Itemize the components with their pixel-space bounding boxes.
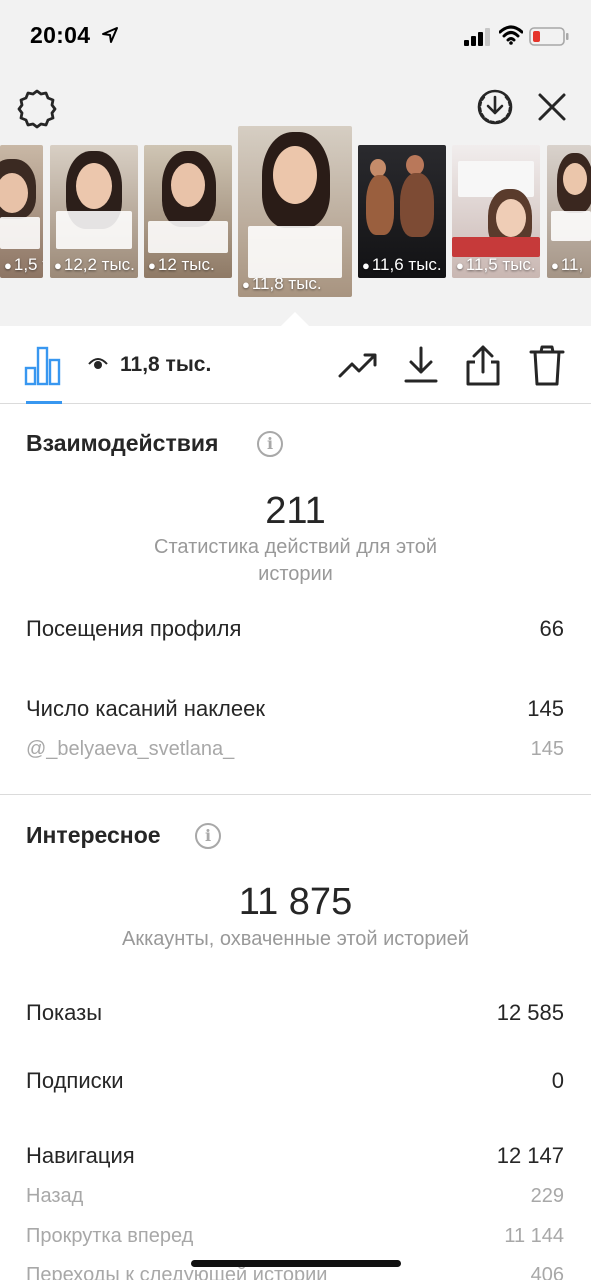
- home-indicator[interactable]: [191, 1260, 401, 1267]
- status-bar: 20:04: [0, 0, 591, 72]
- story-thumbnail[interactable]: ● 11,5 тыс.: [452, 145, 540, 278]
- discovery-title: Интересное: [26, 822, 161, 848]
- story-thumbnail[interactable]: ●1,5 тыс.: [0, 145, 43, 278]
- settings-icon[interactable]: [17, 89, 57, 129]
- accounts-reached-caption: Аккаунты, охваченные этой историей: [122, 928, 469, 950]
- profile-visits-label: Посещения профиля: [26, 616, 242, 641]
- delete-icon[interactable]: [529, 344, 565, 386]
- sticker-mention-value: 145: [530, 738, 564, 760]
- story-thumbnail[interactable]: ● 12,2 тыс.: [50, 145, 138, 278]
- insights-icon[interactable]: [24, 346, 62, 386]
- selected-story-pointer: [281, 312, 309, 326]
- story-view-count: ● 11,8 тыс.: [242, 274, 322, 293]
- next-story-value: 406: [530, 1264, 564, 1280]
- impressions-label: Показы: [26, 1000, 103, 1025]
- eye-icon: [88, 358, 108, 369]
- story-view-count: ● 12 тыс.: [148, 255, 215, 274]
- story-thumbnail[interactable]: ● 12 тыс.: [144, 145, 232, 278]
- sticker-taps-value: 145: [527, 696, 564, 721]
- info-icon[interactable]: i: [195, 823, 221, 849]
- story-thumbnail-active[interactable]: ● 11,8 тыс.: [238, 126, 352, 297]
- battery-low-icon: [529, 27, 569, 46]
- back-label: Назад: [26, 1185, 84, 1207]
- cellular-signal-icon: [464, 28, 490, 46]
- save-icon[interactable]: [403, 346, 439, 384]
- story-view-count: ● 11,5 тыс.: [456, 255, 536, 274]
- sticker-taps-label: Число касаний наклеек: [26, 696, 265, 721]
- info-icon[interactable]: i: [257, 431, 283, 457]
- navigation-value: 12 147: [496, 1143, 564, 1168]
- interactions-title: Взаимодействия: [26, 430, 219, 456]
- forward-label: Прокрутка вперед: [26, 1225, 194, 1247]
- sticker-mention-label[interactable]: @_belyaeva_svetlana_: [26, 738, 234, 761]
- views-count: 11,8 тыс.: [120, 353, 212, 376]
- story-view-count: ● 11,: [551, 255, 584, 274]
- story-view-count: ●1,5 тыс.: [4, 255, 43, 274]
- story-strip-area: ●1,5 тыс. ●12,2 тыс. ●12 тыс. ●11,8 тыс.…: [0, 72, 591, 326]
- back-value: 229: [530, 1185, 564, 1207]
- story-thumbnail[interactable]: ● 11,6 тыс.: [358, 145, 446, 278]
- close-icon[interactable]: [537, 92, 567, 122]
- accounts-reached-total: 11 875: [238, 881, 353, 923]
- section-divider: [0, 794, 591, 795]
- follows-value: 0: [551, 1068, 564, 1093]
- trending-icon[interactable]: [338, 350, 378, 380]
- status-time: 20:04: [30, 22, 91, 48]
- download-circle-icon[interactable]: [476, 88, 514, 126]
- story-toolbar: 11,8 тыс.: [0, 326, 591, 404]
- share-icon[interactable]: [465, 344, 501, 386]
- impressions-value: 12 585: [496, 1000, 564, 1025]
- story-view-count: ● 12,2 тыс.: [54, 255, 135, 274]
- location-arrow-icon: [102, 27, 118, 43]
- follows-label: Подписки: [26, 1068, 124, 1093]
- interactions-total: 211: [265, 490, 326, 532]
- navigation-label: Навигация: [26, 1143, 135, 1168]
- interactions-caption: Статистика действий для этой истории: [154, 536, 437, 585]
- profile-visits-value: 66: [539, 616, 564, 641]
- story-thumbnail[interactable]: ● 11,: [547, 145, 591, 278]
- wifi-icon: [499, 25, 523, 45]
- forward-value: 11 144: [504, 1225, 564, 1247]
- story-view-count: ● 11,6 тыс.: [362, 255, 442, 274]
- insights-tab-indicator: [26, 401, 62, 404]
